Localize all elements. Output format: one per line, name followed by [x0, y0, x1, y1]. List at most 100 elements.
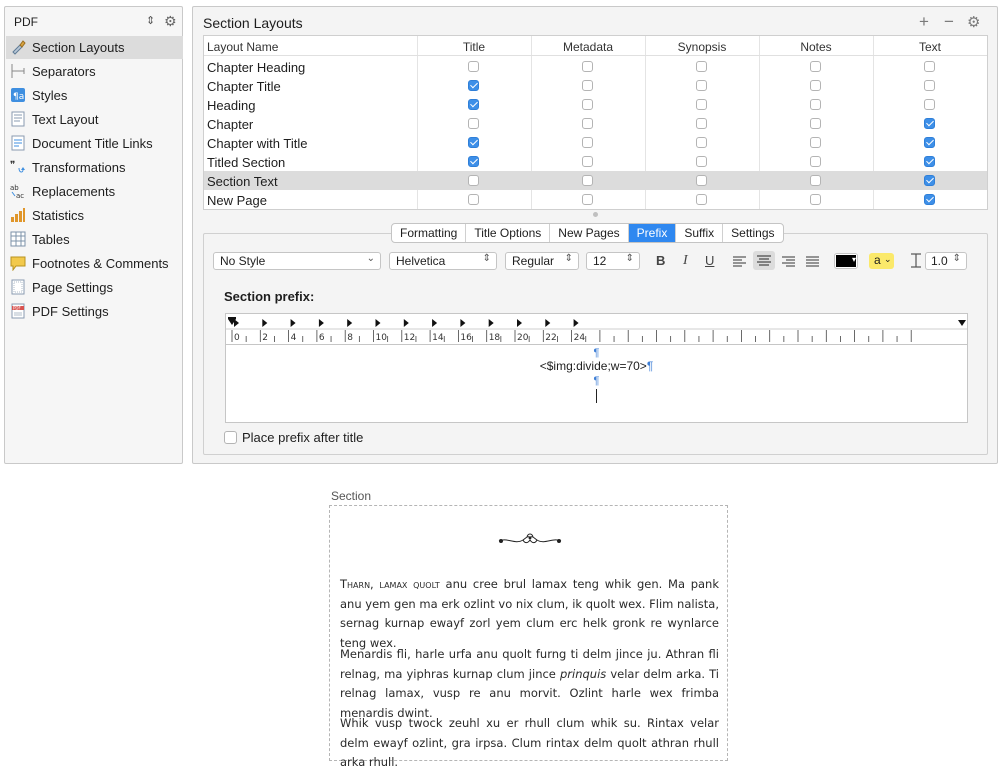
tab-stop-marker[interactable] — [545, 319, 551, 327]
checkbox-metadata[interactable] — [582, 80, 593, 91]
checkbox-synopsis[interactable] — [696, 156, 707, 167]
sidebar-item-pdf-settings[interactable]: PDF PDF Settings — [6, 300, 183, 323]
ruler[interactable]: 0 2 4 6 8 10 12 14 16 18 20 22 24 — [225, 313, 968, 345]
add-layout-button[interactable]: + — [919, 12, 929, 32]
column-header-notes[interactable]: Notes — [759, 40, 873, 54]
checkbox-synopsis[interactable] — [696, 61, 707, 72]
text-color-well[interactable]: ▾ — [834, 253, 858, 269]
tab-new-pages[interactable]: New Pages — [550, 224, 629, 242]
checkbox-notes[interactable] — [810, 156, 821, 167]
tab-prefix[interactable]: Prefix — [628, 224, 677, 242]
font-select[interactable]: Helvetica ⇕ — [389, 252, 497, 270]
tab-settings[interactable]: Settings — [723, 224, 782, 242]
checkbox-title[interactable] — [468, 80, 479, 91]
tab-title-options[interactable]: Title Options — [466, 224, 551, 242]
weight-select[interactable]: Regular ⇕ — [505, 252, 579, 270]
table-row[interactable]: Chapter Title — [204, 76, 987, 95]
checkbox-synopsis[interactable] — [696, 175, 707, 186]
checkbox-notes[interactable] — [810, 80, 821, 91]
tab-stop-marker[interactable] — [403, 319, 409, 327]
table-row[interactable]: Section Text — [204, 171, 987, 190]
checkbox-text[interactable] — [924, 61, 935, 72]
sidebar-item-replacements[interactable]: ab ac Replacements — [6, 180, 183, 203]
checkbox-metadata[interactable] — [582, 175, 593, 186]
highlight-color-well[interactable]: a ⌄ — [869, 253, 894, 269]
tab-stop-marker[interactable] — [488, 319, 494, 327]
checkbox-notes[interactable] — [810, 99, 821, 110]
table-row[interactable]: Titled Section — [204, 152, 987, 171]
checkbox-text[interactable] — [924, 156, 935, 167]
checkbox-text[interactable] — [924, 194, 935, 205]
sidebar-item-text-layout[interactable]: Text Layout — [6, 108, 183, 131]
gear-icon[interactable]: ⚙ — [967, 13, 980, 31]
checkbox-title[interactable] — [468, 61, 479, 72]
indent-marker[interactable] — [228, 317, 236, 319]
sidebar-item-page-settings[interactable]: Page Settings — [6, 276, 183, 299]
checkbox-text[interactable] — [924, 80, 935, 91]
sidebar-item-separators[interactable]: Separators — [6, 60, 183, 83]
table-row[interactable]: Chapter Heading — [204, 57, 987, 76]
table-row[interactable]: New Page — [204, 190, 987, 209]
tab-suffix[interactable]: Suffix — [676, 224, 724, 242]
sidebar-item-statistics[interactable]: Statistics — [6, 204, 183, 227]
checkbox-text[interactable] — [924, 137, 935, 148]
checkbox-notes[interactable] — [810, 137, 821, 148]
checkbox-metadata[interactable] — [582, 137, 593, 148]
checkbox-notes[interactable] — [810, 118, 821, 129]
table-row[interactable]: Chapter with Title — [204, 133, 987, 152]
checkbox-synopsis[interactable] — [696, 80, 707, 91]
tab-stop-marker[interactable] — [262, 319, 268, 327]
justify-icon[interactable] — [806, 255, 820, 270]
splitter-handle[interactable] — [593, 212, 598, 217]
tab-stop-marker[interactable] — [347, 319, 353, 327]
checkbox-title[interactable] — [468, 156, 479, 167]
place-after-title-checkbox[interactable] — [224, 431, 237, 444]
tab-stop-marker[interactable] — [432, 319, 438, 327]
align-center-button[interactable] — [753, 251, 775, 270]
checkbox-title[interactable] — [468, 99, 479, 110]
align-right-icon[interactable] — [782, 255, 796, 270]
checkbox-synopsis[interactable] — [696, 137, 707, 148]
checkbox-notes[interactable] — [810, 175, 821, 186]
column-header-text[interactable]: Text — [873, 40, 987, 54]
tab-stop-marker[interactable] — [460, 319, 466, 327]
sidebar-item-section-layouts[interactable]: Section Layouts — [6, 36, 183, 59]
size-select[interactable]: 12 ⇕ — [586, 252, 640, 270]
align-left-icon[interactable] — [733, 255, 747, 270]
column-header-synopsis[interactable]: Synopsis — [645, 40, 759, 54]
underline-button[interactable]: U — [705, 253, 714, 268]
format-select[interactable]: PDF ⇕ — [10, 13, 180, 31]
sidebar-item-transformations[interactable]: ❞ Transformations — [6, 156, 183, 179]
checkbox-title[interactable] — [468, 137, 479, 148]
checkbox-title[interactable] — [468, 118, 479, 129]
sidebar-item-tables[interactable]: Tables — [6, 228, 183, 251]
checkbox-synopsis[interactable] — [696, 99, 707, 110]
style-select[interactable]: No Style ⌄ — [213, 252, 381, 270]
checkbox-text[interactable] — [924, 99, 935, 110]
right-margin-marker[interactable] — [958, 320, 966, 326]
checkbox-synopsis[interactable] — [696, 118, 707, 129]
table-row[interactable]: Chapter — [204, 114, 987, 133]
checkbox-title[interactable] — [468, 175, 479, 186]
column-header-metadata[interactable]: Metadata — [531, 40, 645, 54]
checkbox-metadata[interactable] — [582, 99, 593, 110]
checkbox-synopsis[interactable] — [696, 194, 707, 205]
column-header-layout-name[interactable]: Layout Name — [207, 40, 278, 54]
checkbox-text[interactable] — [924, 175, 935, 186]
sidebar-item-styles[interactable]: ¶a Styles — [6, 84, 183, 107]
gear-icon[interactable]: ⚙ — [164, 13, 177, 30]
checkbox-notes[interactable] — [810, 194, 821, 205]
line-spacing-select[interactable]: 1.0 ⇕ — [925, 252, 967, 270]
tab-formatting[interactable]: Formatting — [392, 224, 467, 242]
checkbox-metadata[interactable] — [582, 194, 593, 205]
tab-stop-marker[interactable] — [290, 319, 296, 327]
remove-layout-button[interactable]: − — [944, 12, 954, 32]
tab-stop-marker[interactable] — [573, 319, 579, 327]
checkbox-text[interactable] — [924, 118, 935, 129]
checkbox-metadata[interactable] — [582, 156, 593, 167]
tab-stop-marker[interactable] — [375, 319, 381, 327]
checkbox-metadata[interactable] — [582, 118, 593, 129]
italic-button[interactable]: I — [683, 253, 688, 269]
prefix-text-area[interactable]: ¶ <$img:divide;w=70>¶ ¶ — [225, 345, 968, 423]
table-row[interactable]: Heading — [204, 95, 987, 114]
